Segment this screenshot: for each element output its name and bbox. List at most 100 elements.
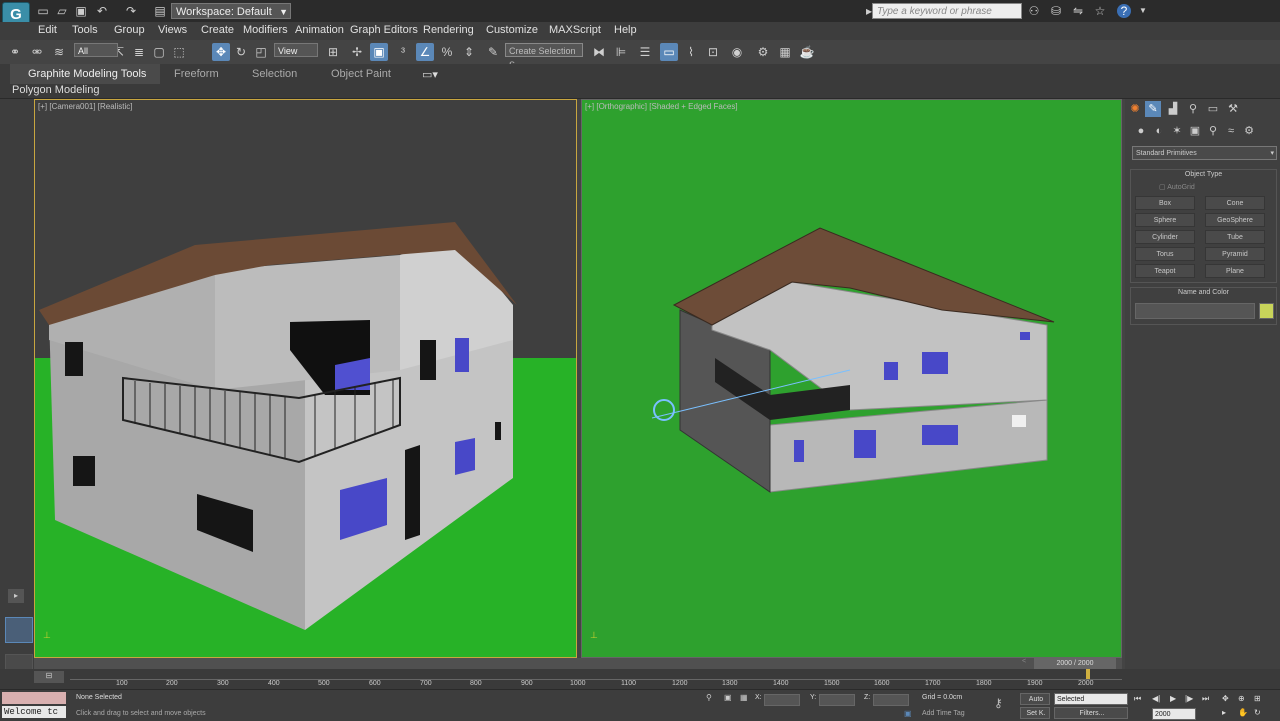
time-slider-thumb[interactable]: 2000 / 2000 [1034,658,1116,669]
object-type-title[interactable]: Object Type [1131,171,1276,178]
auto-key-button[interactable]: Auto [1020,693,1050,705]
binoculars-icon[interactable]: ⚇ [1027,4,1041,18]
menu-create[interactable]: Create [201,24,234,36]
snap-3d-icon[interactable]: ³ [394,43,412,61]
lights-icon[interactable]: ✶ [1169,123,1185,139]
plane-button[interactable]: Plane [1205,264,1265,278]
z-coordinate-input[interactable] [873,694,909,706]
go-to-start-icon[interactable]: ⏮ [1134,694,1141,704]
rendered-frame-icon[interactable]: ▦ [776,43,794,61]
hierarchy-tab-icon[interactable]: ⚲ [1185,101,1201,117]
angle-snap-icon[interactable]: ∠ [416,43,434,61]
ribbon-options-icon[interactable]: ▭▾ [422,68,438,81]
object-name-input[interactable] [1135,303,1255,319]
subscription-icon[interactable]: ⛁ [1049,4,1063,18]
isolate-icon[interactable]: ▣ [724,693,732,702]
play-icon[interactable]: ▶ [1170,694,1176,703]
spacewarps-icon[interactable]: ≈ [1223,123,1239,139]
menu-views[interactable]: Views [158,24,187,36]
redo-icon[interactable]: ↷ [124,4,138,18]
search-input[interactable]: Type a keyword or phrase [872,3,1022,19]
y-coordinate-input[interactable] [819,694,855,706]
display-tab-icon[interactable]: ▭ [1205,101,1221,117]
menu-edit[interactable]: Edit [38,24,57,36]
tab-selection[interactable]: Selection [252,68,297,80]
utilities-tab-icon[interactable]: ⚒ [1225,101,1241,117]
ribbon-panel-title[interactable]: Polygon Modeling [12,84,99,96]
new-file-icon[interactable]: ▭ [36,4,50,18]
slider-prev-icon[interactable]: < [1022,658,1026,665]
layout-two-vertical-icon[interactable] [5,617,33,643]
orbit-icon[interactable]: ↻ [1254,708,1261,717]
time-tag-icon[interactable]: ▣ [904,709,912,718]
sun-icon[interactable]: ✺ [1127,101,1143,117]
mirror-icon[interactable]: ⧓ [590,43,608,61]
object-color-swatch[interactable] [1259,303,1274,319]
pan-icon[interactable]: ✋ [1238,708,1248,717]
autogrid-checkbox[interactable]: ▢ AutoGrid [1159,183,1195,191]
geometry-icon[interactable]: ● [1133,123,1149,139]
menu-customize[interactable]: Customize [486,24,538,36]
shapes-icon[interactable]: ◐ [1151,123,1167,139]
cylinder-button[interactable]: Cylinder [1135,230,1195,244]
percent-snap-icon[interactable]: % [438,43,456,61]
pyramid-button[interactable]: Pyramid [1205,247,1265,261]
menu-help[interactable]: Help [614,24,637,36]
align-icon[interactable]: ⊫ [612,43,630,61]
save-icon[interactable]: ▣ [74,4,88,18]
viewport-camera[interactable]: [+] [Camera001] [Realistic] ⊥ [34,99,577,658]
menu-rendering[interactable]: Rendering [423,24,474,36]
rotate-icon[interactable]: ↻ [232,43,250,61]
field-of-view-icon[interactable]: ▸ [1222,708,1226,717]
create-tab-icon[interactable]: ✎ [1145,101,1161,117]
manipulate-icon[interactable]: ✢ [348,43,366,61]
chevron-down-icon[interactable]: ▼ [1136,4,1150,18]
name-color-title[interactable]: Name and Color [1131,289,1276,296]
box-button[interactable]: Box [1135,196,1195,210]
lock-icon[interactable]: ⚲ [706,693,712,702]
add-time-tag[interactable]: Add Time Tag [922,710,965,717]
communication-icon[interactable]: ⇋ [1071,4,1085,18]
maxscript-listener[interactable]: Welcome tc [2,706,66,718]
modify-tab-icon[interactable]: ▟ [1165,101,1181,117]
expand-icon[interactable]: ▸ [8,589,24,603]
curve-editor-icon[interactable]: ⊟ [34,671,64,683]
open-file-icon[interactable]: ▱ [55,4,69,18]
link-icon[interactable]: ⚭ [6,43,24,61]
viewport-orthographic[interactable]: [+] [Orthographic] [Shaded + Edged Faces… [581,99,1122,658]
geosphere-button[interactable]: GeoSphere [1205,213,1265,227]
keyboard-shortcut-icon[interactable]: ▣ [370,43,388,61]
unlink-icon[interactable]: ⚮ [28,43,46,61]
menu-maxscript[interactable]: MAXScript [549,24,601,36]
previous-frame-icon[interactable]: ◀| [1152,694,1160,703]
menu-animation[interactable]: Animation [295,24,344,36]
viewport-label[interactable]: [+] [Orthographic] [Shaded + Edged Faces… [585,102,738,111]
project-icon[interactable]: ▤ [153,4,167,18]
named-selection-set[interactable]: Create Selection S... [505,43,583,70]
bind-spacewarp-icon[interactable]: ≋ [50,43,68,61]
systems-icon[interactable]: ⚙ [1241,123,1257,139]
help-icon[interactable]: ? [1117,4,1131,18]
key-icon[interactable]: ⚷ [994,696,1003,710]
render-icon[interactable]: ☕ [798,43,816,61]
zoom-all-icon[interactable]: ⊕ [1238,694,1245,703]
render-setup-icon[interactable]: ⚙ [754,43,772,61]
maxscript-mini-listener[interactable] [2,692,66,704]
window-crossing-icon[interactable]: ⬚ [170,43,188,61]
time-slider[interactable]: < 2000 / 2000 [34,658,1122,669]
viewport-label[interactable]: [+] [Camera001] [Realistic] [38,102,132,111]
tab-graphite-modeling-tools[interactable]: Graphite Modeling Tools [28,68,146,80]
rectangle-select-icon[interactable]: ▢ [150,43,168,61]
menu-group[interactable]: Group [114,24,145,36]
favorites-icon[interactable]: ☆ [1093,4,1107,18]
next-frame-icon[interactable]: |▶ [1185,694,1193,703]
cone-button[interactable]: Cone [1205,196,1265,210]
reference-coordinate-select[interactable]: View [274,43,318,57]
edit-named-selection-icon[interactable]: ✎ [484,43,502,61]
workspace-select[interactable]: Workspace: Default ▼ [171,3,291,19]
tube-button[interactable]: Tube [1205,230,1265,244]
absolute-mode-icon[interactable]: ▦ [740,693,748,702]
zoom-icon[interactable]: ✥ [1222,694,1229,703]
select-by-name-icon[interactable]: ≣ [130,43,148,61]
tab-object-paint[interactable]: Object Paint [331,68,391,80]
